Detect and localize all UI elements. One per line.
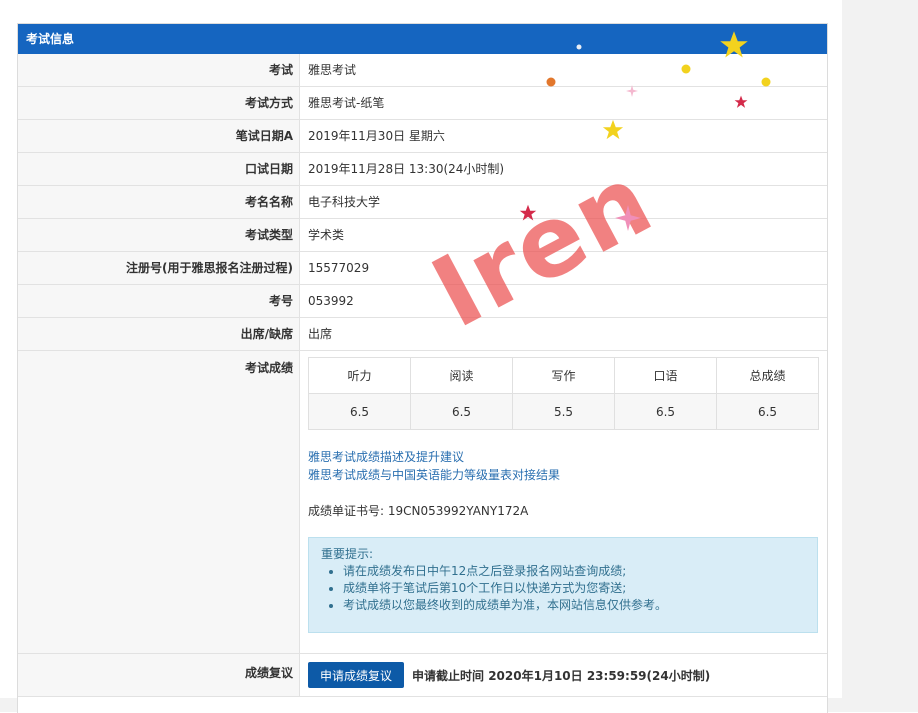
certificate-number: 成绩单证书号: 19CN053992YANY172A (308, 504, 529, 518)
row-value: 2019年11月30日 星期六 (308, 129, 445, 143)
row-value: 出席 (308, 327, 333, 341)
apply-review-button[interactable]: 申请成绩复议 (308, 662, 405, 688)
review-deadline: 申请截止时间 2020年1月10日 23:59:59(24小时制) (412, 668, 711, 683)
notice-title: 重要提示: (321, 547, 374, 561)
info-row-exam-type: 考试类型 学术类 (18, 219, 827, 252)
score-listening: 6.5 (308, 393, 411, 430)
notice-list: 请在成绩发布日中午12点之后登录报名网站查询成绩; 成绩单将于笔试后第10个工作… (321, 563, 805, 614)
info-row-written-date: 笔试日期A 2019年11月30日 星期六 (18, 120, 827, 153)
row-value: 学术类 (308, 228, 345, 242)
info-row-exam-mode: 考试方式 雅思考试-纸笔 (18, 87, 827, 120)
row-value: 雅思考试-纸笔 (308, 96, 385, 110)
notice-item: 成绩单将于笔试后第10个工作日以快递方式为您寄送; (343, 580, 805, 597)
score-reading: 6.5 (410, 393, 513, 430)
row-label: 考试成绩 (18, 351, 300, 653)
score-speaking: 6.5 (614, 393, 717, 430)
scores-value-row: 6.5 6.5 5.5 6.5 6.5 (308, 393, 819, 430)
score-header-reading: 阅读 (410, 357, 513, 394)
row-label: 笔试日期A (18, 120, 300, 152)
info-row-registration-number: 注册号(用于雅思报名注册过程) 15577029 (18, 252, 827, 285)
row-label: 注册号(用于雅思报名注册过程) (18, 252, 300, 284)
review-content: 申请成绩复议 申请截止时间 2020年1月10日 23:59:59(24小时制) (300, 654, 827, 696)
info-row-attendance: 出席/缺席 出席 (18, 318, 827, 351)
row-value: 15577029 (308, 261, 370, 275)
exam-info-panel: 考试信息 考试 雅思考试 考试方式 雅思考试-纸笔 笔试日期A 2019年11月… (17, 23, 828, 713)
row-label: 考试 (18, 54, 300, 86)
score-header-writing: 写作 (512, 357, 615, 394)
score-writing: 5.5 (512, 393, 615, 430)
row-value: 053992 (308, 294, 354, 308)
info-row-candidate-number: 考号 053992 (18, 285, 827, 318)
row-label: 口试日期 (18, 153, 300, 185)
row-label: 考名名称 (18, 186, 300, 218)
score-overall: 6.5 (716, 393, 819, 430)
row-label: 考试类型 (18, 219, 300, 251)
scores-content: 听力 阅读 写作 口语 总成绩 6.5 6.5 5.5 6.5 6.5 雅思考试… (300, 351, 827, 653)
notice-item: 请在成绩发布日中午12点之后登录报名网站查询成绩; (343, 563, 805, 580)
row-label: 考号 (18, 285, 300, 317)
row-value: 2019年11月28日 13:30(24小时制) (308, 162, 505, 176)
score-header-overall: 总成绩 (716, 357, 819, 394)
info-row-score-review: 成绩复议 申请成绩复议 申请截止时间 2020年1月10日 23:59:59(2… (18, 654, 827, 697)
panel-title: 考试信息 (18, 24, 827, 54)
info-row-exam: 考试 雅思考试 (18, 54, 827, 87)
notice-item: 考试成绩以您最终收到的成绩单为准，本网站信息仅供参考。 (343, 597, 805, 614)
row-label: 考试方式 (18, 87, 300, 119)
page-background-right (842, 0, 918, 712)
row-value: 雅思考试 (308, 63, 357, 77)
score-header-listening: 听力 (308, 357, 411, 394)
info-row-venue: 考名名称 电子科技大学 (18, 186, 827, 219)
scores-header-row: 听力 阅读 写作 口语 总成绩 (308, 357, 819, 394)
important-notice: 重要提示: 请在成绩发布日中午12点之后登录报名网站查询成绩; 成绩单将于笔试后… (308, 537, 818, 633)
score-description-link[interactable]: 雅思考试成绩描述及提升建议 (308, 448, 827, 466)
venue-link[interactable]: 电子科技大学 (300, 186, 827, 218)
row-label: 成绩复议 (18, 654, 300, 696)
info-row-speaking-date: 口试日期 2019年11月28日 13:30(24小时制) (18, 153, 827, 186)
row-label: 出席/缺席 (18, 318, 300, 350)
scores-table: 听力 阅读 写作 口语 总成绩 6.5 6.5 5.5 6.5 6.5 (308, 357, 819, 430)
score-links: 雅思考试成绩描述及提升建议 雅思考试成绩与中国英语能力等级量表对接结果 (308, 448, 827, 484)
cse-alignment-link[interactable]: 雅思考试成绩与中国英语能力等级量表对接结果 (308, 466, 827, 484)
info-row-scores: 考试成绩 听力 阅读 写作 口语 总成绩 6.5 6.5 5.5 6.5 6.5 (18, 351, 827, 654)
score-header-speaking: 口语 (614, 357, 717, 394)
